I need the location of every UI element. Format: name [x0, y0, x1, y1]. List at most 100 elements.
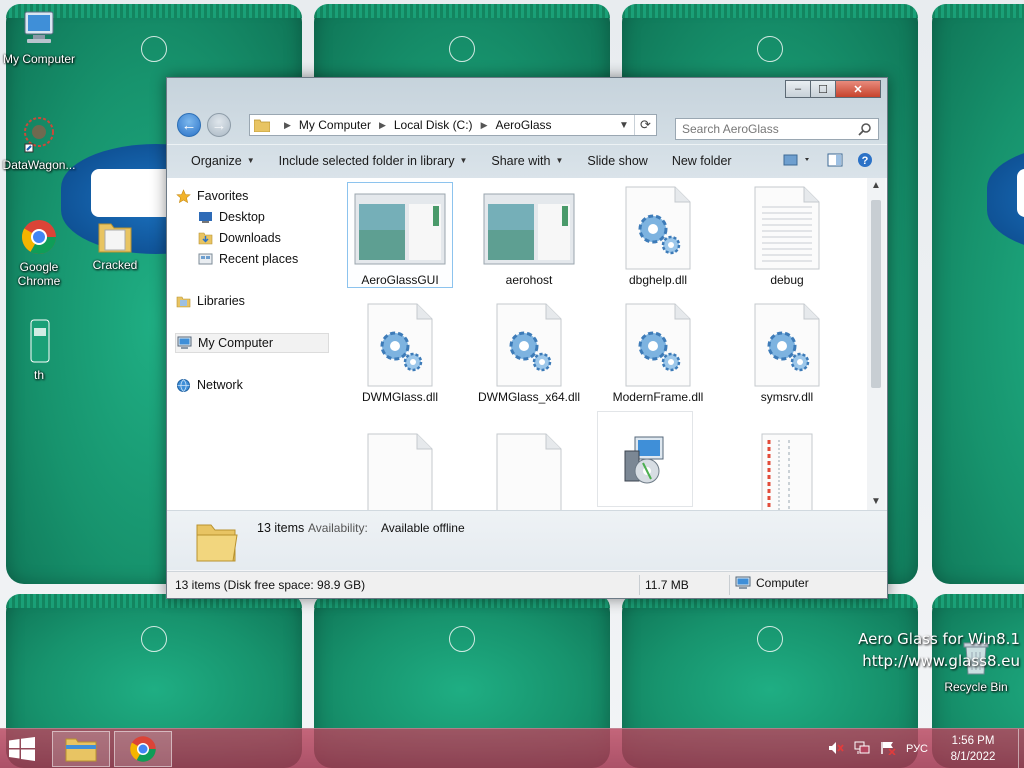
vertical-scrollbar[interactable]: ▲ ▼	[867, 178, 885, 510]
blank-document-icon	[496, 433, 562, 510]
input-language[interactable]: РУС	[906, 743, 928, 755]
star-icon	[175, 188, 191, 204]
volume-muted-icon[interactable]	[828, 741, 844, 758]
downloads-folder-icon	[197, 230, 213, 246]
maximize-icon: ☐	[818, 83, 828, 96]
file-item-aeroglassgui[interactable]: AeroGlassGUI	[347, 182, 453, 288]
include-in-library-menu[interactable]: Include selected folder in library ▼	[279, 154, 468, 168]
navigation-pane: Favorites Desktop Downloads Recent place…	[167, 178, 347, 510]
file-item-modernframe-dll[interactable]: ModernFrame.dll	[606, 300, 710, 404]
desktop-icon-label: My Computer	[2, 52, 76, 66]
breadcrumb-my-computer[interactable]: My Computer	[299, 118, 371, 132]
scroll-up-button[interactable]: ▲	[867, 178, 885, 194]
file-name: AeroGlassGUI	[361, 273, 439, 287]
organize-menu[interactable]: Organize ▼	[191, 154, 255, 168]
status-bar: 13 items (Disk free space: 98.9 GB) 11.7…	[167, 571, 887, 598]
breadcrumb-label: Local Disk (C:)	[393, 118, 473, 132]
nav-item-network[interactable]: Network	[175, 375, 331, 395]
minimize-button[interactable]: –	[785, 80, 811, 98]
chrome-icon	[22, 220, 56, 254]
taskbar-google-chrome[interactable]	[114, 731, 172, 767]
slide-show-button[interactable]: Slide show	[587, 154, 647, 168]
datawagon-icon	[24, 117, 54, 153]
taskbar-file-explorer[interactable]	[52, 731, 110, 767]
refresh-icon: ⟳	[640, 117, 651, 132]
nav-item-recent-places[interactable]: Recent places	[197, 249, 337, 269]
status-item-count: 13 items (Disk free space: 98.9 GB)	[175, 578, 366, 592]
availability-value: Available offline	[381, 521, 465, 535]
svg-text:?: ?	[862, 155, 869, 167]
address-history-dropdown[interactable]: ▼	[616, 115, 632, 135]
file-item-symsrv-dll[interactable]: symsrv.dll	[735, 300, 839, 404]
nav-item-my-computer[interactable]: My Computer	[175, 333, 329, 353]
desktop-icon-th[interactable]: th	[0, 318, 78, 382]
file-item-debug[interactable]: debug	[735, 183, 839, 287]
explorer-window[interactable]: – ☐ ✕ ← → ▶ My Computer ▶ Local Disk (C:…	[166, 77, 888, 599]
clock[interactable]: 1:56 PM 8/1/2022	[938, 733, 1008, 765]
change-view-button[interactable]	[783, 153, 813, 170]
share-with-menu[interactable]: Share with ▼	[491, 154, 563, 168]
file-item-blank-1[interactable]	[348, 430, 452, 510]
file-item-installer[interactable]	[597, 411, 693, 507]
scroll-down-button[interactable]: ▼	[867, 494, 885, 510]
file-item-dwmglass-x64-dll[interactable]: DWMGlass_x64.dll	[477, 300, 581, 404]
file-name: DWMGlass.dll	[361, 390, 438, 404]
nav-item-downloads[interactable]: Downloads	[197, 228, 337, 248]
action-center-flag-icon[interactable]	[880, 741, 896, 758]
file-item-dwmglass-dll[interactable]: DWMGlass.dll	[348, 300, 452, 404]
clock-time: 1:56 PM	[951, 735, 995, 747]
folder-icon	[98, 223, 132, 253]
nav-item-label: Desktop	[219, 210, 265, 224]
command-bar: Organize ▼ Include selected folder in lib…	[167, 144, 887, 176]
nav-item-desktop[interactable]: Desktop	[197, 207, 337, 227]
striped-document-icon	[761, 433, 813, 510]
caption-buttons: – ☐ ✕	[785, 80, 881, 98]
close-button[interactable]: ✕	[835, 80, 881, 98]
installer-package-icon	[624, 436, 664, 484]
nav-item-libraries[interactable]: Libraries	[175, 291, 331, 311]
refresh-button[interactable]: ⟳	[634, 115, 656, 135]
desktop-icon-google-chrome[interactable]: Google Chrome	[0, 216, 78, 288]
show-desktop-button[interactable]	[1018, 729, 1024, 768]
file-item-dbghelp-dll[interactable]: dbghelp.dll	[606, 183, 710, 287]
chevron-down-icon: ▼	[619, 119, 629, 131]
desktop-icon-datawagon[interactable]: DataWagon...	[0, 114, 78, 172]
file-name: DWMGlass_x64.dll	[477, 390, 581, 404]
taskbar: РУС 1:56 PM 8/1/2022	[0, 728, 1024, 768]
text-document-icon	[754, 186, 820, 270]
network-tray-icon[interactable]	[854, 741, 870, 758]
breadcrumb-aeroglass[interactable]: AeroGlass	[495, 118, 551, 132]
help-button[interactable]: ?	[857, 152, 873, 171]
nav-item-label: Favorites	[197, 189, 249, 203]
chevron-down-icon: ▼	[459, 156, 468, 165]
preview-pane-button[interactable]	[827, 153, 843, 170]
forward-button[interactable]: →	[207, 113, 231, 137]
new-folder-button[interactable]: New folder	[672, 154, 732, 168]
address-bar[interactable]: ▶ My Computer ▶ Local Disk (C:) ▶ AeroGl…	[249, 114, 657, 136]
maximize-button[interactable]: ☐	[810, 80, 836, 98]
view-controls: ?	[769, 152, 873, 171]
details-pane: 13 items Availability: Available offline	[167, 510, 887, 570]
nav-item-favorites[interactable]: Favorites	[175, 186, 331, 206]
clock-date: 8/1/2022	[950, 751, 996, 763]
desktop-icon-my-computer[interactable]: My Computer	[0, 8, 78, 66]
breadcrumb-label: My Computer	[298, 118, 371, 132]
back-button[interactable]: ←	[177, 113, 201, 137]
breadcrumb-chevron-icon: ▶	[284, 119, 291, 130]
dll-gear-icon	[754, 303, 820, 387]
breadcrumb-local-disk[interactable]: Local Disk (C:)	[394, 118, 473, 132]
file-name: debug	[770, 273, 804, 287]
command-label: Share with	[491, 153, 551, 168]
file-item-aerohost[interactable]: aerohost	[477, 183, 581, 287]
dll-gear-icon	[367, 303, 433, 387]
file-list[interactable]: AeroGlassGUI aerohost dbghelp.dll debug …	[347, 178, 867, 510]
desktop-icon-cracked[interactable]: Cracked	[76, 214, 154, 272]
file-item-striped[interactable]	[735, 430, 839, 510]
start-button[interactable]	[8, 737, 36, 764]
search-input[interactable]: Search AeroGlass	[675, 118, 879, 140]
file-item-blank-2[interactable]	[477, 430, 581, 510]
scrollbar-thumb[interactable]	[871, 200, 881, 388]
file-explorer-icon	[65, 738, 97, 762]
recent-places-icon	[197, 251, 213, 267]
network-icon	[175, 377, 191, 393]
